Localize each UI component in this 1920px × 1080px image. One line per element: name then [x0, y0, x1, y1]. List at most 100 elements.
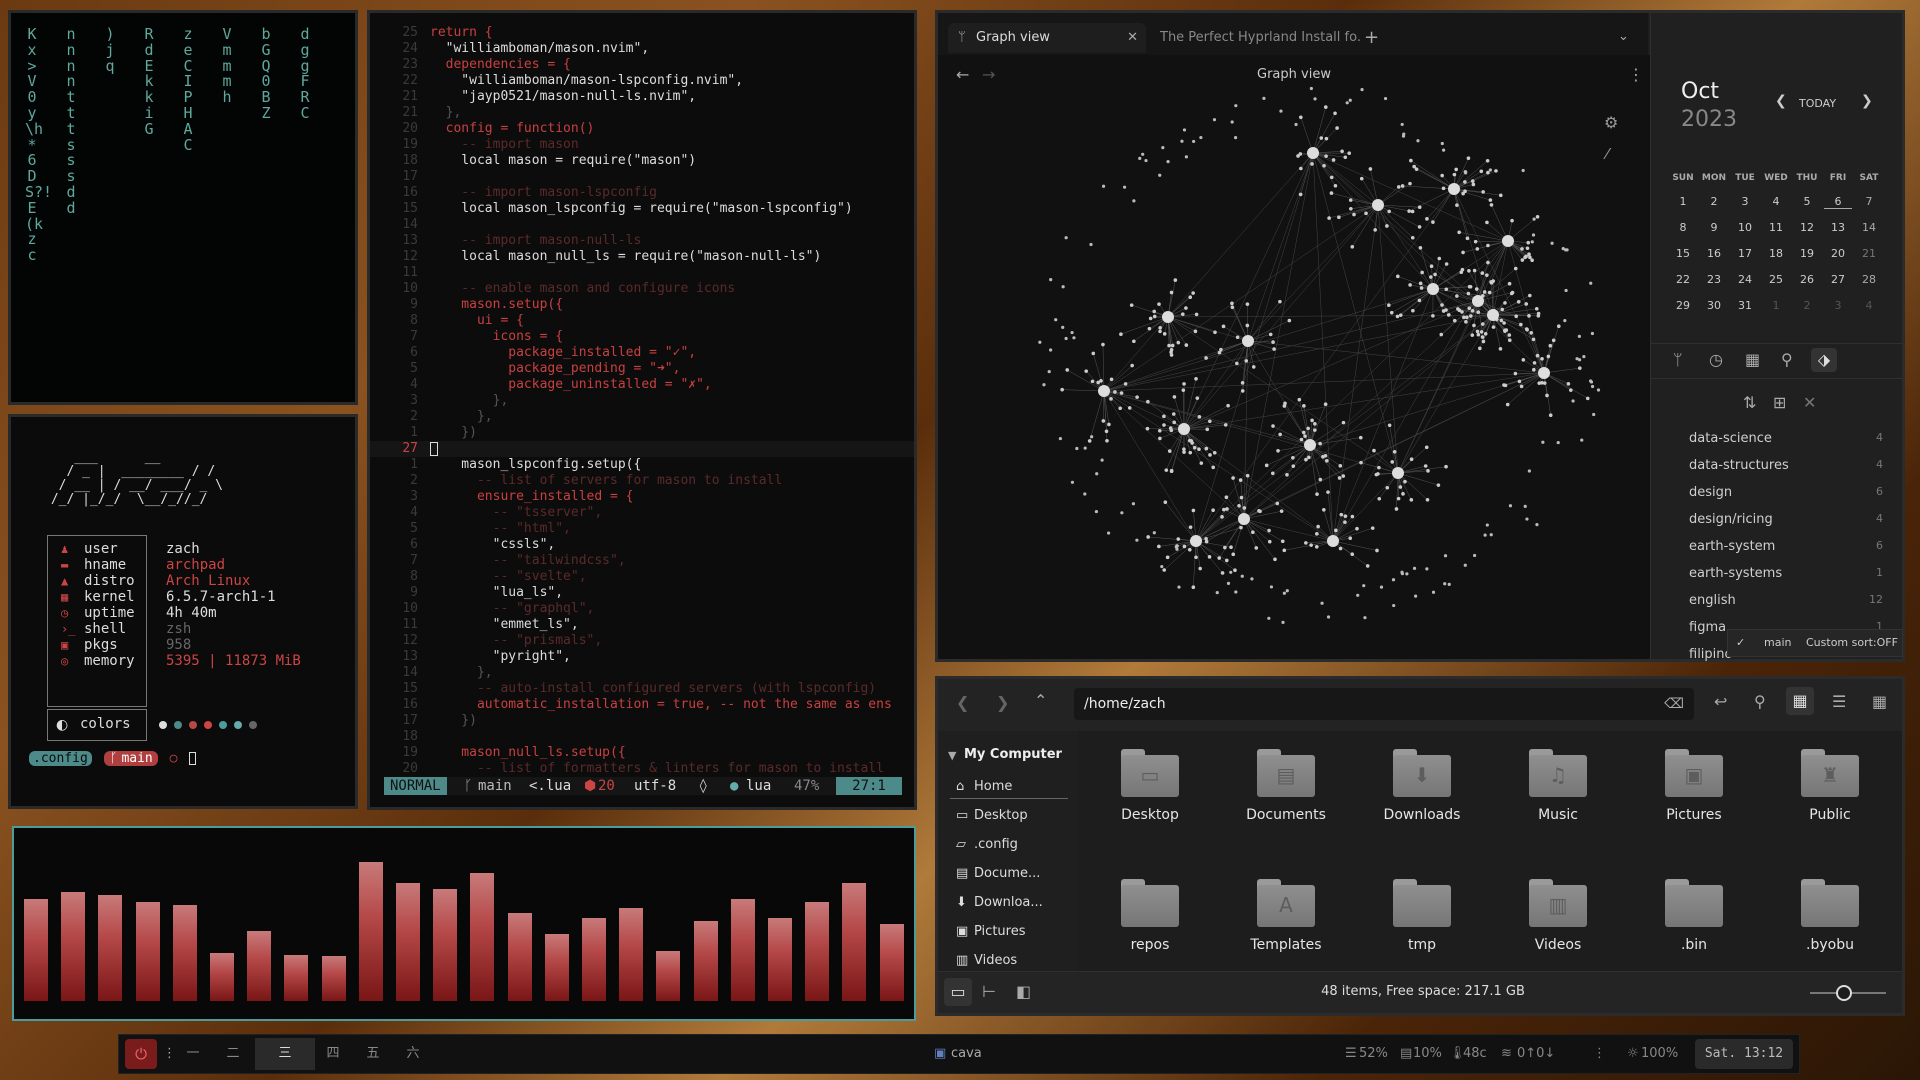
shell-prompt[interactable]: .config ᚴ main ○ — [29, 751, 197, 766]
calendar-day[interactable]: 31 — [1731, 299, 1759, 312]
audio-visualizer-window[interactable] — [12, 826, 916, 1021]
workspace-button[interactable]: 三 — [255, 1038, 315, 1070]
calendar-day[interactable]: 27 — [1824, 273, 1852, 286]
folder-item[interactable]: A Templates — [1226, 879, 1346, 953]
calendar-day[interactable]: 29 — [1669, 299, 1697, 312]
calendar-day[interactable]: 12 — [1793, 221, 1821, 234]
calendar-day[interactable]: 24 — [1731, 273, 1759, 286]
sidebar-item-docume[interactable]: ▤ Docume... — [950, 864, 1068, 886]
calendar-day[interactable]: 28 — [1855, 273, 1883, 286]
calendar-day[interactable]: 1 — [1762, 299, 1790, 312]
matrix-terminal-window[interactable]: Kx>V0y\h*6DS?!E(kzc nnnntttsssdd)jq RdEkki… — [8, 10, 358, 405]
search-icon[interactable]: ⚲ — [1754, 692, 1766, 711]
calendar-day[interactable]: 13 — [1824, 221, 1852, 234]
calendar-day[interactable]: 10 — [1731, 221, 1759, 234]
clock[interactable]: Sat. 13:12 — [1695, 1039, 1793, 1069]
workspace-button[interactable]: 五 — [355, 1035, 391, 1073]
folder-item[interactable]: ▥ Videos — [1498, 879, 1618, 953]
sidebar-header[interactable]: My Computer — [964, 747, 1062, 762]
path-bar[interactable]: /home/zach ⌫ — [1074, 688, 1694, 720]
tag-item[interactable]: design/ricing 4 — [1651, 512, 1903, 532]
calendar-day[interactable]: 4 — [1855, 299, 1883, 312]
code-area[interactable]: 25 return {24 "williamboman/mason.nvim", 2… — [370, 25, 914, 776]
file-manager-window[interactable]: ❮ ❯ ⌃ /home/zach ⌫ ↩ ⚲ ▦ ☰ ▦ ▼ My Comput… — [935, 676, 1905, 1016]
workspace-button[interactable]: 六 — [395, 1035, 431, 1073]
calendar-day[interactable]: 1 — [1669, 195, 1697, 208]
folder-item[interactable]: .byobu — [1770, 879, 1890, 953]
search-icon[interactable]: ⚲ — [1781, 350, 1793, 369]
prev-month-icon[interactable]: ❮ — [1775, 93, 1787, 109]
tag-item[interactable]: english 12 — [1651, 593, 1903, 613]
calendar-day[interactable]: 6 — [1824, 195, 1852, 209]
clear-path-icon[interactable]: ⌫ — [1664, 688, 1684, 720]
list-view-icon[interactable]: ☰ — [1832, 692, 1846, 711]
calendar-day[interactable]: 19 — [1793, 247, 1821, 260]
folder-item[interactable]: ▤ Documents — [1226, 749, 1346, 823]
tab-hyprland-note[interactable]: The Perfect Hyprland Install fo... — [1160, 23, 1360, 53]
calendar-day[interactable]: 18 — [1762, 247, 1790, 260]
sidebar-item-home[interactable]: ⌂ Home — [950, 777, 1068, 799]
tag-item[interactable]: earth-systems 1 — [1651, 566, 1903, 586]
workspace-button[interactable]: 四 — [315, 1035, 351, 1073]
back-icon[interactable]: ❮ — [956, 693, 969, 712]
calendar-day[interactable]: 15 — [1669, 247, 1697, 260]
git-icon[interactable]: ᛘ — [1673, 350, 1683, 369]
collapse-icon[interactable]: ✕ — [1803, 393, 1816, 412]
compact-view-icon[interactable]: ▦ — [1872, 692, 1887, 711]
calendar-day[interactable]: 3 — [1731, 195, 1759, 208]
calendar-day[interactable]: 5 — [1793, 195, 1821, 208]
wifi-icon[interactable]: ≋ — [1501, 1035, 1512, 1073]
calendar-day[interactable]: 9 — [1700, 221, 1728, 234]
sidebar-item-desktop[interactable]: ▭ Desktop — [950, 806, 1068, 828]
calendar-day[interactable]: 7 — [1855, 195, 1883, 208]
tray-dots-icon[interactable]: ⋮ — [1593, 1035, 1606, 1073]
tag-item[interactable]: design 6 — [1651, 485, 1903, 505]
folder-item[interactable]: ♫ Music — [1498, 749, 1618, 823]
calendar-day[interactable]: 4 — [1762, 195, 1790, 208]
calendar-day[interactable]: 30 — [1700, 299, 1728, 312]
today-button[interactable]: TODAY — [1799, 97, 1836, 110]
calendar-day[interactable]: 23 — [1700, 273, 1728, 286]
new-tab-icon[interactable]: + — [1364, 27, 1379, 48]
calendar-day[interactable]: 3 — [1824, 299, 1852, 312]
note-graph[interactable] — [938, 55, 1650, 659]
tab-graph-view[interactable]: ᛘ Graph view ✕ — [948, 23, 1146, 53]
calendar-day[interactable]: 20 — [1824, 247, 1852, 260]
obsidian-window[interactable]: ᛘ Graph view ✕ The Perfect Hyprland Inst… — [935, 10, 1905, 662]
forward-icon[interactable]: ❯ — [996, 693, 1009, 712]
folder-item[interactable]: repos — [1090, 879, 1210, 953]
calendar-day[interactable]: 22 — [1669, 273, 1697, 286]
up-icon[interactable]: ⌃ — [1034, 691, 1047, 710]
sort-icon[interactable]: ⇅ — [1743, 393, 1756, 412]
workspace-button[interactable]: 一 — [175, 1035, 211, 1073]
sidebar-item-config[interactable]: ▱ .config — [950, 835, 1068, 857]
close-icon[interactable]: ✕ — [1127, 23, 1138, 53]
tags-icon[interactable]: ⬗ — [1811, 348, 1837, 372]
tag-item[interactable]: data-science 4 — [1651, 431, 1903, 451]
sidebar-item-videos[interactable]: ▥ Videos — [950, 951, 1068, 973]
clock-icon[interactable]: ◷ — [1709, 350, 1723, 369]
sidebar-item-pictures[interactable]: ▣ Pictures — [950, 922, 1068, 944]
fetch-terminal-window[interactable]: ___ __ / _ | ________ / / / __ | / __/ _… — [8, 414, 358, 809]
folder-item[interactable]: tmp — [1362, 879, 1482, 953]
power-button[interactable]: ⏻ — [125, 1039, 157, 1069]
grid-view-icon[interactable]: ▦ — [1786, 687, 1814, 715]
folder-item[interactable]: ♜ Public — [1770, 749, 1890, 823]
sidebar-item-downloa[interactable]: ⬇ Downloa... — [950, 893, 1068, 915]
calendar-day[interactable]: 21 — [1855, 247, 1883, 260]
graph-view[interactable]: ← → Graph view ⋮ ⚙ ⁄ — [938, 55, 1650, 659]
zoom-slider-handle[interactable] — [1836, 985, 1852, 1001]
calendar-day[interactable]: 2 — [1793, 299, 1821, 312]
tree-icon[interactable]: ⊞ — [1773, 393, 1786, 412]
calendar-day[interactable]: 16 — [1700, 247, 1728, 260]
folder-item[interactable]: .bin — [1634, 879, 1754, 953]
tag-item[interactable]: data-structures 4 — [1651, 458, 1903, 478]
folder-item[interactable]: ▭ Desktop — [1090, 749, 1210, 823]
expand-icon[interactable]: ▼ — [948, 749, 956, 762]
zoom-slider[interactable] — [1810, 985, 1886, 1001]
folder-item[interactable]: ⬇ Downloads — [1362, 749, 1482, 823]
chevron-down-icon[interactable]: ⌄ — [1618, 29, 1629, 44]
calendar-day[interactable]: 17 — [1731, 247, 1759, 260]
undo-icon[interactable]: ↩ — [1714, 692, 1727, 711]
calendar-day[interactable]: 25 — [1762, 273, 1790, 286]
